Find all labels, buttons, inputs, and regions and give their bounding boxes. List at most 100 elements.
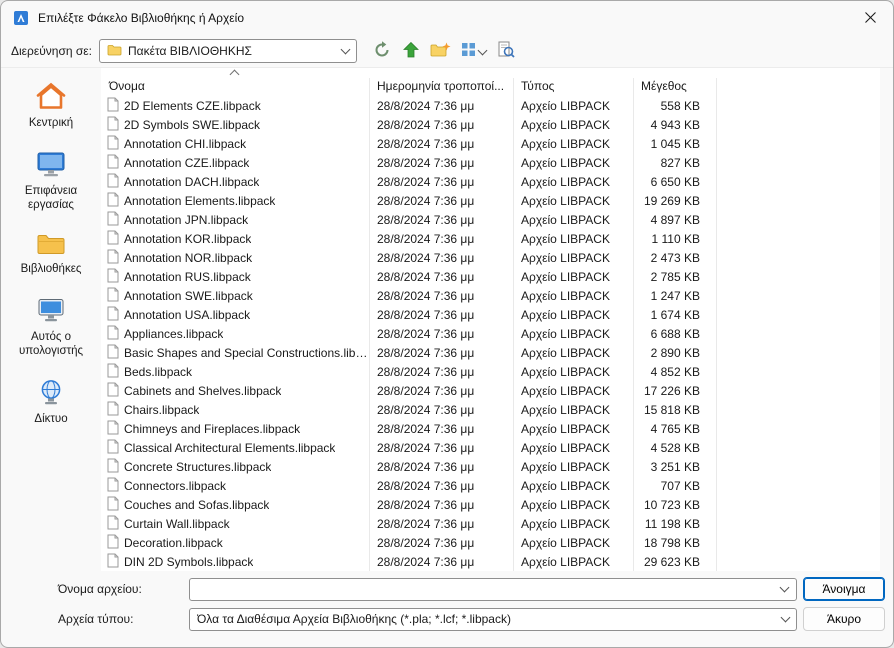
file-size: 6 688 KB (650, 326, 700, 341)
chevron-down-icon[interactable] (779, 582, 790, 592)
document-icon (107, 477, 119, 495)
file-date-modified: 28/8/2024 7:36 μμ (377, 212, 475, 227)
file-date-modified: 28/8/2024 7:36 μμ (377, 364, 475, 379)
file-type: Αρχείο LIBPACK (521, 535, 610, 550)
open-file-dialog: Επιλέξτε Φάκελο Βιβλιοθήκης ή Αρχείο Διε… (0, 0, 894, 648)
chevron-down-icon (477, 45, 487, 55)
new-folder-button[interactable] (427, 39, 453, 63)
document-icon (107, 363, 119, 381)
up-one-level-button[interactable] (398, 39, 424, 63)
file-row[interactable]: Annotation RUS.libpack 28/8/2024 7:36 μμ… (101, 267, 880, 286)
views-button[interactable] (456, 39, 490, 63)
document-icon (107, 173, 119, 191)
file-type: Αρχείο LIBPACK (521, 383, 610, 398)
sidebar-item-label: Κεντρική (28, 117, 74, 129)
file-name: Annotation KOR.libpack (124, 231, 252, 246)
file-row[interactable]: Annotation KOR.libpack 28/8/2024 7:36 μμ… (101, 229, 880, 248)
file-type: Αρχείο LIBPACK (521, 421, 610, 436)
look-in-value: Πακέτα ΒΙΒΛΙΟΘΗΚΗΣ (128, 44, 252, 58)
file-row[interactable]: DIN 2D Symbols.libpack 28/8/2024 7:36 μμ… (101, 552, 880, 571)
file-name: Annotation RUS.libpack (124, 269, 251, 284)
file-row[interactable]: Annotation DACH.libpack 28/8/2024 7:36 μ… (101, 172, 880, 191)
chevron-down-icon (780, 612, 791, 622)
document-icon (107, 496, 119, 514)
file-row[interactable]: Connectors.libpack 28/8/2024 7:36 μμ Αρχ… (101, 476, 880, 495)
file-name: Appliances.libpack (124, 326, 224, 341)
file-size: 2 890 KB (650, 345, 700, 360)
file-size: 18 798 KB (643, 535, 700, 550)
file-row[interactable]: Curtain Wall.libpack 28/8/2024 7:36 μμ Α… (101, 514, 880, 533)
column-divider (513, 78, 514, 571)
file-date-modified: 28/8/2024 7:36 μμ (377, 288, 475, 303)
column-divider (633, 78, 634, 571)
file-row[interactable]: Annotation CHI.libpack 28/8/2024 7:36 μμ… (101, 134, 880, 153)
sidebar-item-desktop[interactable]: Επιφάνεια εργασίας (3, 151, 99, 213)
file-row[interactable]: Classical Architectural Elements.libpack… (101, 438, 880, 457)
file-type: Αρχείο LIBPACK (521, 402, 610, 417)
home-icon (36, 82, 66, 113)
file-row[interactable]: Basic Shapes and Special Constructions.l… (101, 343, 880, 362)
file-row[interactable]: Annotation SWE.libpack 28/8/2024 7:36 μμ… (101, 286, 880, 305)
file-size: 1 110 KB (651, 231, 700, 246)
document-icon (107, 420, 119, 438)
file-type: Αρχείο LIBPACK (521, 440, 610, 455)
file-date-modified: 28/8/2024 7:36 μμ (377, 155, 475, 170)
file-row[interactable]: Chairs.libpack 28/8/2024 7:36 μμ Αρχείο … (101, 400, 880, 419)
file-row[interactable]: Annotation USA.libpack 28/8/2024 7:36 μμ… (101, 305, 880, 324)
cancel-button[interactable]: Άκυρο (803, 607, 885, 631)
file-date-modified: 28/8/2024 7:36 μμ (377, 497, 475, 512)
file-size: 19 269 KB (643, 193, 700, 208)
close-button[interactable] (848, 1, 893, 35)
toolbar: Διερεύνηση σε: Πακέτα ΒΙΒΛΙΟΘΗΚΗΣ (1, 35, 893, 67)
close-icon (865, 11, 876, 26)
back-button[interactable] (369, 39, 395, 63)
file-name-input[interactable] (194, 579, 781, 599)
preview-button[interactable] (493, 39, 519, 63)
file-name: Beds.libpack (124, 364, 193, 379)
chevron-down-icon (340, 44, 351, 54)
preview-icon (497, 41, 515, 62)
look-in-label: Διερεύνηση σε: (11, 44, 92, 58)
file-name: Basic Shapes and Special Constructions.l… (124, 345, 369, 360)
sidebar-item-network[interactable]: Δίκτυο (3, 379, 99, 427)
sidebar-item-libraries[interactable]: Βιβλιοθήκες (3, 232, 99, 277)
file-row[interactable]: Couches and Sofas.libpack 28/8/2024 7:36… (101, 495, 880, 514)
sidebar-item-home[interactable]: Κεντρική (3, 82, 99, 131)
open-button[interactable]: Άνοιγμα (803, 577, 885, 601)
file-name: Annotation Elements.libpack (124, 193, 276, 208)
file-name: Chairs.libpack (124, 402, 200, 417)
libraries-icon (36, 232, 66, 259)
file-type-combobox[interactable]: Όλα τα Διαθέσιμα Αρχεία Βιβλιοθήκης (*.p… (189, 607, 797, 631)
file-date-modified: 28/8/2024 7:36 μμ (377, 402, 475, 417)
file-row[interactable]: Beds.libpack 28/8/2024 7:36 μμ Αρχείο LI… (101, 362, 880, 381)
file-row[interactable]: Decoration.libpack 28/8/2024 7:36 μμ Αρχ… (101, 533, 880, 552)
file-row[interactable]: 2D Symbols SWE.libpack 28/8/2024 7:36 μμ… (101, 115, 880, 134)
column-header-type[interactable]: Τύπος (513, 79, 633, 93)
document-icon (107, 211, 119, 229)
file-size: 707 KB (660, 478, 700, 493)
file-row[interactable]: Cabinets and Shelves.libpack 28/8/2024 7… (101, 381, 880, 400)
file-row[interactable]: Appliances.libpack 28/8/2024 7:36 μμ Αρχ… (101, 324, 880, 343)
sidebar-item-this-pc[interactable]: Αυτός ο υπολογιστής (3, 297, 99, 359)
document-icon (107, 249, 119, 267)
column-header-modified[interactable]: Ημερομηνία τροποποί... (369, 79, 513, 93)
file-size: 4 897 KB (650, 212, 700, 227)
document-icon (107, 230, 119, 248)
file-row[interactable]: Concrete Structures.libpack 28/8/2024 7:… (101, 457, 880, 476)
file-row[interactable]: Annotation Elements.libpack 28/8/2024 7:… (101, 191, 880, 210)
file-type: Αρχείο LIBPACK (521, 136, 610, 151)
file-row[interactable]: Chimneys and Fireplaces.libpack 28/8/202… (101, 419, 880, 438)
column-header-name[interactable]: Όνομα (101, 79, 369, 93)
file-name: Annotation SWE.libpack (124, 288, 253, 303)
file-row[interactable]: Annotation CZE.libpack 28/8/2024 7:36 μμ… (101, 153, 880, 172)
column-header-size[interactable]: Μέγεθος (633, 79, 716, 93)
file-type: Αρχείο LIBPACK (521, 364, 610, 379)
main-area: Κεντρική Επιφάνεια εργασίας Βιβλιοθήκες … (1, 67, 893, 571)
file-row[interactable]: Annotation NOR.libpack 28/8/2024 7:36 μμ… (101, 248, 880, 267)
document-icon (107, 306, 119, 324)
file-row[interactable]: 2D Elements CZE.libpack 28/8/2024 7:36 μ… (101, 96, 880, 115)
file-row[interactable]: Annotation JPN.libpack 28/8/2024 7:36 μμ… (101, 210, 880, 229)
look-in-combobox[interactable]: Πακέτα ΒΙΒΛΙΟΘΗΚΗΣ (99, 39, 357, 63)
file-name: Chimneys and Fireplaces.libpack (124, 421, 301, 436)
file-name: Classical Architectural Elements.libpack (124, 440, 336, 455)
